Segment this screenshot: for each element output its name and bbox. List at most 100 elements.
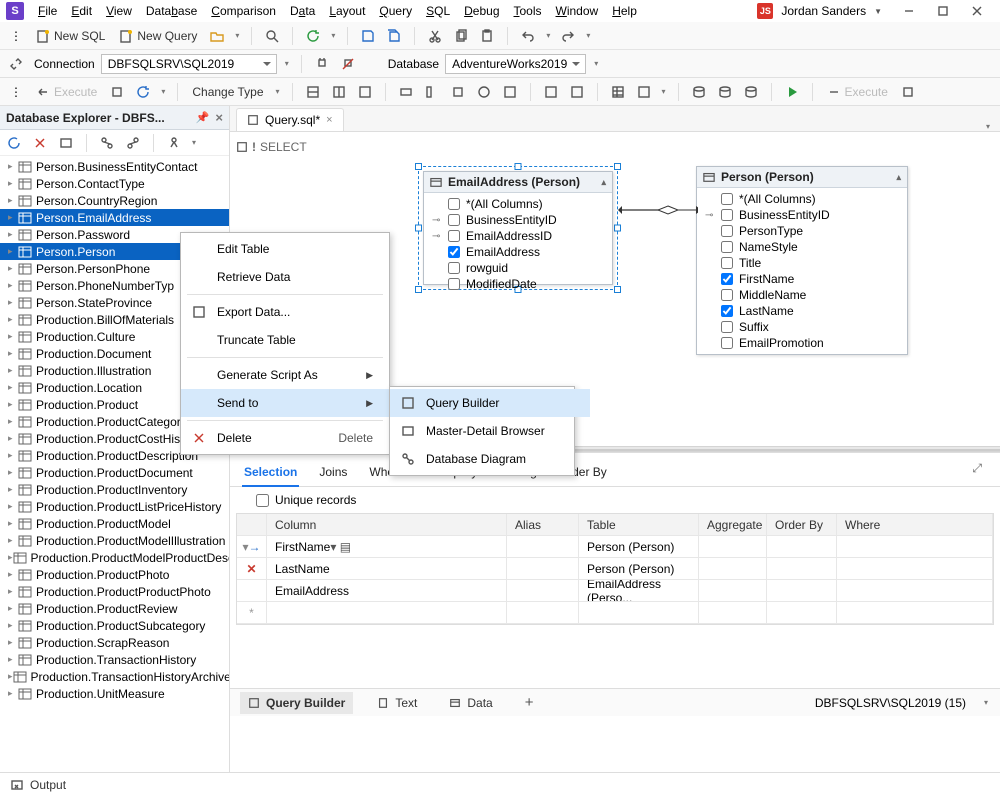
menu-debug[interactable]: Debug — [458, 1, 505, 21]
ctx-truncate[interactable]: Truncate Table — [181, 326, 389, 354]
entity-email-selection[interactable]: EmailAddress (Person) ▴ *(All Columns)⊸B… — [418, 166, 618, 290]
tree-item[interactable]: ▸Production.UnitMeasure — [0, 685, 229, 702]
ctx-master-detail[interactable]: Master-Detail Browser — [390, 417, 590, 445]
entity-column[interactable]: PersonType — [697, 223, 907, 239]
ctx-generate-script[interactable]: Generate Script As▶ — [181, 361, 389, 389]
entity-email-header[interactable]: EmailAddress (Person) ▴ — [424, 172, 612, 193]
tree-item[interactable]: ▸Production.ProductListPriceHistory — [0, 498, 229, 515]
tree-item[interactable]: ▸Person.BusinessEntityContact — [0, 158, 229, 175]
reload-icon[interactable] — [133, 82, 153, 102]
ctx-delete[interactable]: DeleteDelete — [181, 424, 389, 452]
menu-data[interactable]: Data — [284, 1, 321, 21]
window-maximize-button[interactable] — [926, 0, 960, 22]
filter2-icon[interactable] — [123, 133, 143, 153]
lower-tab-joins[interactable]: Joins — [317, 461, 349, 486]
tree-item[interactable]: ▸Production.ProductReview — [0, 600, 229, 617]
bottom-tab-querybuilder[interactable]: Query Builder — [240, 692, 353, 714]
ctx-query-builder[interactable]: Query Builder — [390, 389, 590, 417]
tree-item[interactable]: ▸Production.ProductSubcategory — [0, 617, 229, 634]
connection-combo[interactable]: DBFSQLSRV\SQL2019 — [101, 54, 277, 74]
tree-item[interactable]: ▸Production.ProductPhoto — [0, 566, 229, 583]
database-combo[interactable]: AdventureWorks2019 — [445, 54, 586, 74]
open-icon[interactable] — [207, 26, 227, 46]
layout2-icon[interactable] — [329, 82, 349, 102]
tab-query[interactable]: Query.sql* × — [236, 108, 344, 131]
entity-column[interactable]: LastName — [697, 303, 907, 319]
entity-person-header[interactable]: Person (Person) ▴ — [697, 167, 907, 188]
tree-item[interactable]: ▸Production.ProductInventory — [0, 481, 229, 498]
menu-database[interactable]: Database — [140, 1, 203, 21]
execute-disabled-button[interactable]: Execute — [32, 83, 101, 101]
context-submenu[interactable]: Query Builder Master-Detail Browser Data… — [389, 386, 575, 476]
menu-query[interactable]: Query — [373, 1, 418, 21]
tree-item[interactable]: ▸Production.ProductDocument — [0, 464, 229, 481]
plug-icon[interactable] — [312, 54, 332, 74]
entity-column[interactable]: Suffix — [697, 319, 907, 335]
grid-row[interactable]: EmailAddressEmailAddress (Perso... — [237, 580, 993, 602]
relationship-line[interactable] — [618, 202, 698, 218]
tree-item[interactable]: ▸Production.ScrapReason — [0, 634, 229, 651]
entity-column[interactable]: ⊸BusinessEntityID — [697, 207, 907, 223]
layout1-icon[interactable] — [303, 82, 323, 102]
ctx-retrieve-data[interactable]: Retrieve Data — [181, 263, 389, 291]
paste-icon[interactable] — [477, 26, 497, 46]
tree-item[interactable]: ▸Production.ProductModelIllustration — [0, 532, 229, 549]
change-type-button[interactable]: Change Type — [188, 83, 267, 101]
lower-tab-selection[interactable]: Selection — [242, 461, 299, 487]
collapse-icon[interactable]: ▴ — [896, 172, 901, 183]
menu-help[interactable]: Help — [606, 1, 643, 21]
entity-column[interactable]: EmailPromotion — [697, 335, 907, 351]
tab-overflow-icon[interactable]: ▾ — [984, 122, 992, 131]
tree-item[interactable]: ▸Person.ContactType — [0, 175, 229, 192]
menu-layout[interactable]: Layout — [323, 1, 371, 21]
play-icon[interactable] — [782, 82, 802, 102]
menu-comparison[interactable]: Comparison — [205, 1, 282, 21]
menu-file[interactable]: File — [32, 1, 63, 21]
window-close-button[interactable] — [960, 0, 994, 22]
ctx-send-to[interactable]: Send to▶ Query Builder Master-Detail Bro… — [181, 389, 389, 417]
unique-records-checkbox[interactable] — [256, 494, 269, 507]
tree-item[interactable]: ▸Production.ProductModel — [0, 515, 229, 532]
ctx-db-diagram[interactable]: Database Diagram — [390, 445, 590, 473]
entity-person[interactable]: Person (Person) ▴ *(All Columns)⊸Busines… — [696, 166, 908, 355]
refresh-icon[interactable] — [303, 26, 323, 46]
entity-column[interactable]: ⊸EmailAddressID — [424, 228, 612, 244]
delete-node-icon[interactable] — [30, 133, 50, 153]
entity-column[interactable]: FirstName — [697, 271, 907, 287]
refresh-tree-icon[interactable] — [4, 133, 24, 153]
filter1-icon[interactable] — [97, 133, 117, 153]
window-minimize-button[interactable] — [892, 0, 926, 22]
context-menu[interactable]: Edit Table Retrieve Data Export Data... … — [180, 232, 390, 455]
new-sql-button[interactable]: New SQL — [32, 27, 109, 45]
undo-icon[interactable] — [518, 26, 538, 46]
entity-column[interactable]: ⊸BusinessEntityID — [424, 212, 612, 228]
new-query-button[interactable]: New Query — [115, 27, 201, 45]
expand-icon[interactable]: ⤢ — [972, 461, 982, 486]
tree-item[interactable]: ▸Production.TransactionHistory — [0, 651, 229, 668]
ctx-edit-table[interactable]: Edit Table — [181, 235, 389, 263]
tree-item[interactable]: ▸Production.ProductModelProductDescripti… — [0, 549, 229, 566]
redo-icon[interactable] — [558, 26, 578, 46]
new-window-icon[interactable] — [56, 133, 76, 153]
bottom-tab-data[interactable]: Data — [441, 692, 500, 714]
entity-column[interactable]: Title — [697, 255, 907, 271]
execute-right-button[interactable]: Execute — [823, 83, 892, 101]
entity-column[interactable]: rowguid — [424, 260, 612, 276]
bottom-tab-add[interactable]: + — [517, 690, 542, 715]
entity-column[interactable]: MiddleName — [697, 287, 907, 303]
grid-row[interactable]: ✕LastNamePerson (Person) — [237, 558, 993, 580]
grid-row[interactable]: ▾ →FirstName ▾ ▤Person (Person) — [237, 536, 993, 558]
copy-icon[interactable] — [451, 26, 471, 46]
tree-item[interactable]: ▸Production.ProductProductPhoto — [0, 583, 229, 600]
menu-tools[interactable]: Tools — [508, 1, 548, 21]
save-icon[interactable] — [358, 26, 378, 46]
collapse-icon[interactable]: ▴ — [601, 177, 606, 188]
entity-column[interactable]: *(All Columns) — [697, 191, 907, 207]
bottom-tab-text[interactable]: Text — [369, 692, 425, 714]
tree-item[interactable]: ▸Production.TransactionHistoryArchive — [0, 668, 229, 685]
tab-close-icon[interactable]: × — [326, 114, 332, 126]
unplug-icon[interactable] — [338, 54, 358, 74]
menu-sql[interactable]: SQL — [420, 1, 456, 21]
entity-column[interactable]: ModifiedDate — [424, 276, 612, 292]
entity-column[interactable]: *(All Columns) — [424, 196, 612, 212]
